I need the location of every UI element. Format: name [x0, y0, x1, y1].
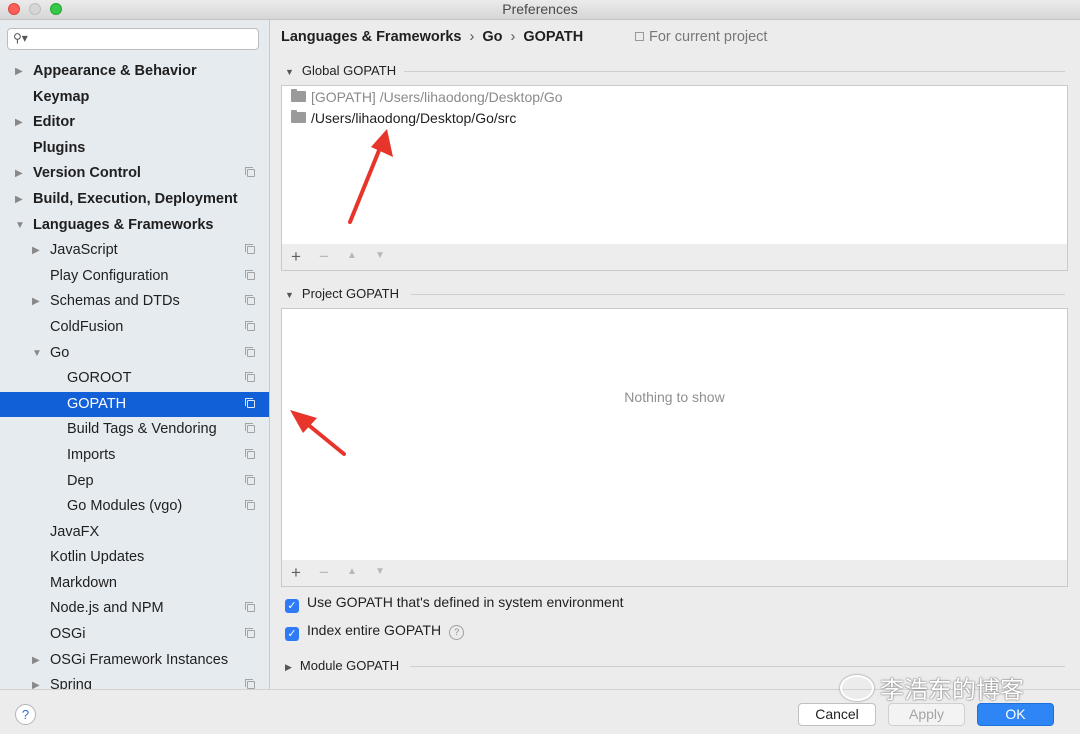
- wechat-icon: [840, 675, 874, 701]
- apply-button[interactable]: Apply: [888, 703, 965, 726]
- annotation-overlay: [290, 129, 393, 456]
- cancel-button[interactable]: Cancel: [798, 703, 876, 726]
- ok-button[interactable]: OK: [977, 703, 1054, 726]
- watermark-text: 李浩东的博客: [880, 677, 1024, 704]
- annotation-arrow-icon: [290, 410, 346, 456]
- annotation-arrow-icon: [348, 129, 393, 224]
- watermark: 李浩东的博客: [840, 670, 1024, 705]
- help-button[interactable]: ?: [15, 704, 36, 725]
